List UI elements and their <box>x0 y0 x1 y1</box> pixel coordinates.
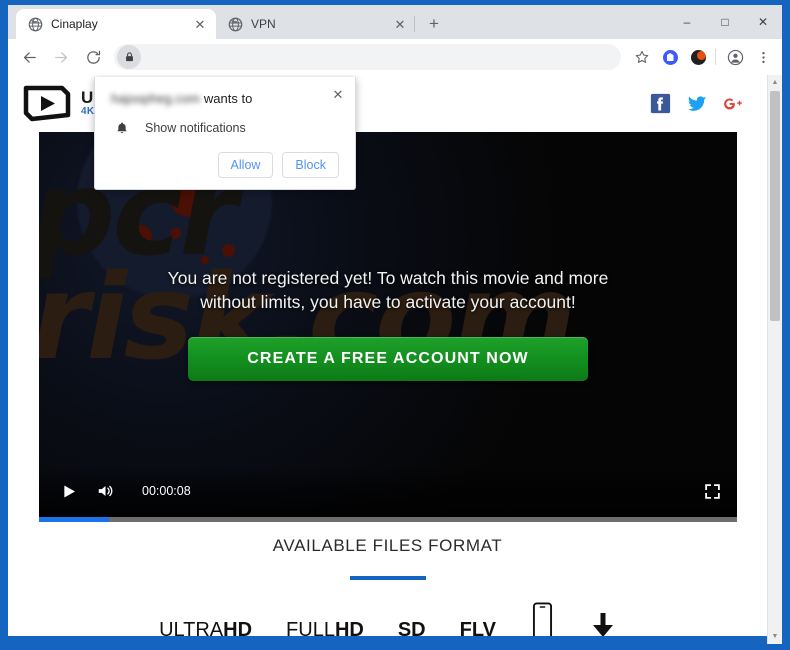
window-controls: – □ ✕ <box>668 5 782 39</box>
permission-wants-to: wants to <box>203 91 253 106</box>
three-dot-menu-icon[interactable] <box>750 44 776 70</box>
tab-title: VPN <box>251 17 276 31</box>
address-bar[interactable] <box>114 44 621 70</box>
star-icon[interactable] <box>629 44 655 70</box>
page-scrollbar[interactable]: ▲ ▼ <box>767 75 782 644</box>
scroll-down-arrow[interactable]: ▼ <box>768 629 782 644</box>
tab-cinaplay[interactable]: Cinaplay ✕ <box>16 9 216 39</box>
video-timestamp: 00:00:08 <box>142 484 191 498</box>
toolbar-divider <box>715 49 716 65</box>
back-button[interactable] <box>16 44 42 70</box>
browser-window: Cinaplay ✕ VPN ✕ + – □ ✕ 4K pcr risk.com… <box>8 5 782 644</box>
globe-icon <box>27 16 43 32</box>
bell-icon <box>111 120 133 136</box>
tab-vpn[interactable]: VPN ✕ <box>216 9 416 39</box>
tab-close-icon[interactable]: ✕ <box>392 16 408 32</box>
reload-button[interactable] <box>80 44 106 70</box>
page-viewport: UNLIMITED 4K MOVIES <box>8 75 782 644</box>
web-page: UNLIMITED 4K MOVIES <box>8 75 767 644</box>
forward-button[interactable] <box>48 44 74 70</box>
permission-item: Show notifications <box>111 120 339 136</box>
page-bottom-band <box>8 636 767 644</box>
profile-avatar-icon[interactable] <box>722 44 748 70</box>
adblock-extension-icon[interactable] <box>685 44 711 70</box>
google-plus-icon[interactable] <box>723 93 745 115</box>
available-formats-section: AVAILABLE FILES FORMAT ULTRAHD FULLHD SD… <box>8 536 767 642</box>
tab-close-icon[interactable]: ✕ <box>192 16 208 32</box>
block-button[interactable]: Block <box>282 152 339 178</box>
shield-extension-icon[interactable] <box>657 44 683 70</box>
video-controls-bar: 00:00:08 <box>39 466 737 522</box>
social-links <box>649 93 745 115</box>
scroll-up-arrow[interactable]: ▲ <box>768 75 782 90</box>
permission-question: hajoopheg.com wants to <box>111 91 339 106</box>
video-progress-fill <box>39 517 109 522</box>
close-icon[interactable]: ✕ <box>330 86 346 102</box>
maximize-button[interactable]: □ <box>706 5 744 39</box>
volume-icon[interactable] <box>95 482 116 500</box>
tab-title: Cinaplay <box>51 17 98 31</box>
play-button-logo <box>22 85 72 122</box>
create-free-account-button[interactable]: CREATE A FREE ACCOUNT NOW <box>188 337 588 381</box>
lock-icon[interactable] <box>117 45 141 69</box>
allow-button[interactable]: Allow <box>217 152 274 178</box>
close-window-button[interactable]: ✕ <box>744 5 782 39</box>
play-icon[interactable] <box>61 483 77 500</box>
video-message-line-2: without limits, you have to activate you… <box>200 292 576 313</box>
heading-underline <box>349 576 426 580</box>
scrollbar-thumb[interactable] <box>770 91 780 321</box>
permission-actions: Allow Block <box>111 152 339 178</box>
browser-toolbar <box>8 39 782 75</box>
address-input[interactable] <box>141 50 621 64</box>
minimize-button[interactable]: – <box>668 5 706 39</box>
desktop-background: Cinaplay ✕ VPN ✕ + – □ ✕ 4K pcr risk.com… <box>0 0 790 650</box>
new-tab-button[interactable]: + <box>414 10 448 38</box>
permission-domain: hajoopheg.com <box>111 91 200 106</box>
video-overlay-message: You are not registered yet! To watch thi… <box>39 266 737 314</box>
notification-permission-dialog: ✕ hajoopheg.com wants to Show notificati… <box>94 77 356 190</box>
facebook-icon[interactable] <box>649 93 671 115</box>
formats-heading: AVAILABLE FILES FORMAT <box>272 536 503 555</box>
video-message-line-1: You are not registered yet! To watch thi… <box>167 268 609 288</box>
globe-icon <box>227 16 243 32</box>
tab-strip: Cinaplay ✕ VPN ✕ + – □ ✕ <box>8 5 782 39</box>
permission-label: Show notifications <box>145 121 246 135</box>
twitter-icon[interactable] <box>686 93 708 115</box>
fullscreen-icon[interactable] <box>704 483 721 500</box>
video-progress-bar[interactable] <box>39 517 737 522</box>
video-player[interactable]: pcr risk.com You are not registered yet!… <box>39 132 737 522</box>
